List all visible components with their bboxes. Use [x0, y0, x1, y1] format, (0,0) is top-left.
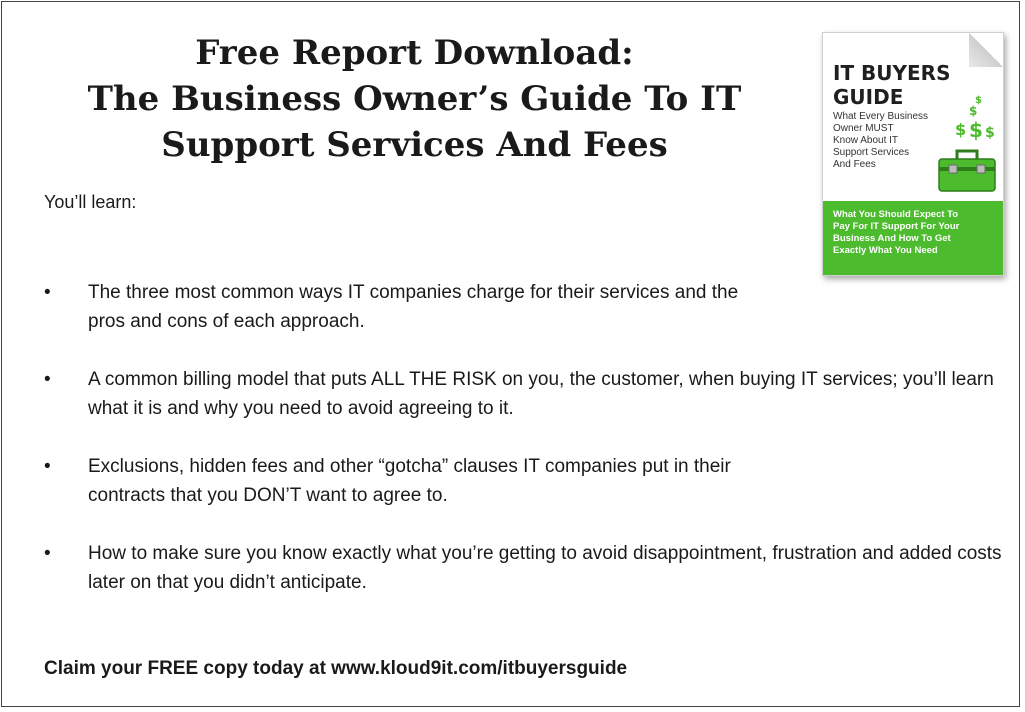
- report-title: Free Report Download: The Business Owner…: [42, 30, 787, 168]
- guide-book-cover: IT BUYERS GUIDE What Every Business Owne…: [822, 32, 1004, 276]
- title-line-3: Support Services And Fees: [161, 125, 668, 165]
- cover-band-line: Business And How To Get: [833, 233, 951, 244]
- cover-title-line: IT BUYERS: [833, 61, 951, 85]
- cover-subtitle-line: What Every Business: [833, 111, 929, 122]
- cover-subtitle-line: Support Services: [833, 147, 910, 158]
- svg-text:$: $: [969, 104, 977, 118]
- page-curl: [969, 33, 1003, 67]
- svg-text:$: $: [955, 120, 966, 139]
- toolbox-icon: [938, 149, 996, 192]
- list-item: Exclusions, hidden fees and other “gotch…: [44, 452, 778, 510]
- list-item: How to make sure you know exactly what y…: [44, 539, 1004, 597]
- cover-subtitle-line: And Fees: [833, 159, 876, 170]
- benefit-list: The three most common ways IT companies …: [44, 278, 1004, 626]
- list-item: The three most common ways IT companies …: [44, 278, 778, 336]
- cover-subtitle: What Every Business Owner MUST Know Abou…: [833, 111, 933, 171]
- title-line-1: Free Report Download:: [195, 33, 634, 73]
- cover-band-line: Exactly What You Need: [833, 245, 938, 256]
- cover-subtitle-line: Owner MUST: [833, 123, 894, 134]
- cover-band: What You Should Expect To Pay For IT Sup…: [823, 201, 1003, 275]
- report-frame: Free Report Download: The Business Owner…: [1, 1, 1020, 707]
- title-line-2: The Business Owner’s Guide To IT: [87, 79, 742, 119]
- claim-link-text[interactable]: Claim your FREE copy today at www.kloud9…: [44, 658, 627, 680]
- cover-title-line: GUIDE: [833, 85, 904, 109]
- cover-subtitle-line: Know About IT: [833, 135, 899, 146]
- svg-text:$: $: [985, 125, 995, 141]
- dollar-signs-icon: $ $ $ $ $: [955, 95, 995, 142]
- cover-band-line: What You Should Expect To: [833, 209, 959, 220]
- cover-band-line: Pay For IT Support For Your: [833, 221, 960, 232]
- svg-text:$: $: [969, 118, 983, 142]
- intro-text: You’ll learn:: [44, 192, 137, 212]
- cover-title: IT BUYERS GUIDE: [833, 61, 950, 109]
- list-item: A common billing model that puts ALL THE…: [44, 365, 1004, 423]
